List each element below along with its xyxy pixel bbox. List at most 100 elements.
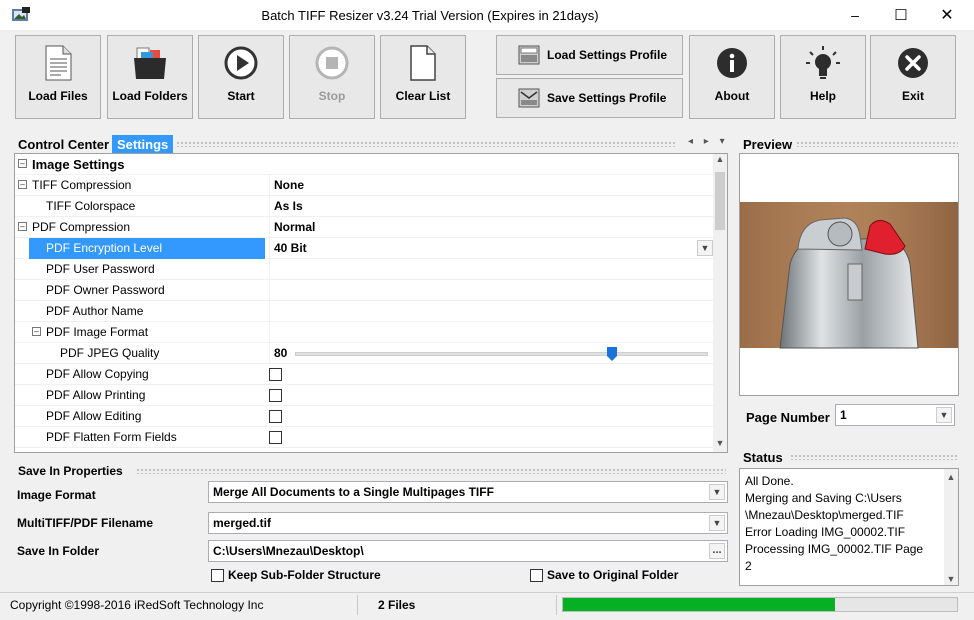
status-header: Status: [743, 450, 783, 465]
start-button[interactable]: Start: [198, 35, 284, 119]
flatten-form-fields-checkbox[interactable]: [269, 431, 282, 444]
row-name: PDF Encryption Level: [46, 241, 163, 255]
close-window-button[interactable]: ✕: [924, 0, 970, 30]
row-pdf-allow-editing[interactable]: PDF Allow Editing: [15, 406, 715, 427]
row-name: TIFF Compression: [32, 178, 132, 192]
row-value[interactable]: Normal: [269, 217, 715, 238]
scroll-up-icon[interactable]: ▲: [944, 469, 958, 483]
chevron-down-icon[interactable]: ▼: [709, 484, 725, 500]
lighter-photo: [740, 154, 958, 395]
slider-thumb[interactable]: [607, 347, 618, 361]
help-label: Help: [809, 89, 836, 103]
image-format-label: Image Format: [17, 488, 96, 502]
load-files-button[interactable]: Load Files: [15, 35, 101, 119]
clear-list-button[interactable]: Clear List: [380, 35, 466, 119]
row-name: PDF Compression: [32, 220, 131, 234]
keep-structure-checkbox[interactable]: [211, 569, 224, 582]
chevron-down-icon[interactable]: ▼: [936, 407, 952, 423]
about-button[interactable]: About: [689, 35, 775, 119]
maximize-button[interactable]: ☐: [878, 0, 924, 30]
row-pdf-image-format[interactable]: – PDF Image Format: [15, 322, 715, 343]
load-folders-button[interactable]: Load Folders: [107, 35, 193, 119]
scroll-down-icon[interactable]: ▼: [713, 438, 727, 452]
row-value[interactable]: [269, 301, 715, 322]
row-tiff-compression[interactable]: – TIFF Compression None: [15, 175, 715, 196]
filename-label: MultiTIFF/PDF Filename: [17, 516, 154, 530]
settings-property-grid[interactable]: – Image Settings – TIFF Compression None…: [14, 153, 728, 453]
page-number-label: Page Number: [746, 410, 830, 425]
row-pdf-flatten-form-fields[interactable]: PDF Flatten Form Fields: [15, 427, 715, 448]
tab-settings[interactable]: Settings: [112, 135, 174, 153]
allow-copying-checkbox[interactable]: [269, 368, 282, 381]
title-bar: Batch TIFF Resizer v3.24 Trial Version (…: [0, 0, 974, 30]
encryption-level-select[interactable]: 40 Bit: [269, 238, 715, 259]
row-pdf-allow-printing[interactable]: PDF Allow Printing: [15, 385, 715, 406]
save-settings-profile-label: Save Settings Profile: [547, 91, 667, 105]
close-circle-icon: [894, 44, 932, 82]
category-image-settings[interactable]: – Image Settings: [15, 154, 715, 175]
tab-divider: [176, 141, 676, 147]
row-pdf-allow-copying[interactable]: PDF Allow Copying: [15, 364, 715, 385]
play-icon: [222, 44, 260, 82]
exit-button[interactable]: Exit: [870, 35, 956, 119]
chevron-down-icon[interactable]: ▼: [709, 515, 725, 531]
load-settings-profile-button[interactable]: Load Settings Profile: [496, 35, 683, 75]
help-button[interactable]: Help: [780, 35, 866, 119]
row-pdf-encryption-level[interactable]: PDF Encryption Level 40 Bit ▼: [15, 238, 715, 259]
save-original-label: Save to Original Folder: [547, 568, 679, 582]
row-name: PDF Flatten Form Fields: [46, 430, 177, 444]
row-name: PDF Allow Printing: [46, 388, 146, 402]
allow-printing-checkbox[interactable]: [269, 389, 282, 402]
image-format-select[interactable]: Merge All Documents to a Single Multipag…: [208, 481, 728, 503]
scroll-down-icon[interactable]: ▼: [944, 571, 958, 585]
chevron-down-icon[interactable]: ▼: [697, 240, 713, 256]
status-scrollbar[interactable]: ▲ ▼: [944, 469, 958, 585]
row-name: TIFF Colorspace: [46, 199, 136, 213]
minimize-button[interactable]: –: [832, 0, 878, 30]
load-files-label: Load Files: [28, 89, 88, 103]
collapse-icon[interactable]: –: [18, 222, 27, 231]
stop-label: Stop: [318, 89, 346, 103]
about-label: About: [714, 89, 750, 103]
row-pdf-owner-password[interactable]: PDF Owner Password: [15, 280, 715, 301]
allow-editing-checkbox[interactable]: [269, 410, 282, 423]
row-value[interactable]: As Is: [269, 196, 715, 217]
collapse-icon[interactable]: –: [32, 327, 41, 336]
row-value[interactable]: None: [269, 175, 715, 196]
scroll-up-icon[interactable]: ▲: [713, 154, 727, 168]
save-settings-profile-button[interactable]: Save Settings Profile: [496, 78, 683, 118]
status-line: Merging and Saving C:\Users: [745, 491, 902, 505]
jpeg-quality-slider[interactable]: [295, 347, 708, 361]
row-name: PDF Owner Password: [46, 283, 165, 297]
progress-bar: [562, 597, 958, 612]
page-number-select[interactable]: 1 ▼: [835, 404, 955, 426]
row-pdf-author-name[interactable]: PDF Author Name: [15, 301, 715, 322]
collapse-icon[interactable]: –: [18, 180, 27, 189]
row-name: PDF JPEG Quality: [60, 346, 160, 360]
tab-navigation[interactable]: ◂ ▸ ▾: [688, 136, 729, 147]
stop-button[interactable]: Stop: [289, 35, 375, 119]
row-pdf-jpeg-quality[interactable]: PDF JPEG Quality 80: [15, 343, 715, 364]
row-pdf-compression[interactable]: – PDF Compression Normal: [15, 217, 715, 238]
row-value[interactable]: [269, 322, 715, 343]
filename-select[interactable]: merged.tif ▼: [208, 512, 728, 534]
row-tiff-colorspace[interactable]: TIFF Colorspace As Is: [15, 196, 715, 217]
info-icon: [713, 44, 751, 82]
scroll-thumb[interactable]: [715, 172, 725, 230]
row-value[interactable]: [269, 280, 715, 301]
statusbar-divider: [556, 595, 557, 615]
browse-button[interactable]: ...: [709, 543, 725, 559]
save-original-checkbox[interactable]: [530, 569, 543, 582]
row-value[interactable]: [269, 259, 715, 280]
save-folder-field[interactable]: C:\Users\Mnezau\Desktop\ ...: [208, 540, 728, 562]
copyright-text: Copyright ©1998-2016 iRedSoft Technology…: [10, 598, 264, 612]
page-number-value: 1: [840, 408, 847, 422]
row-pdf-user-password[interactable]: PDF User Password: [15, 259, 715, 280]
window-title: Batch TIFF Resizer v3.24 Trial Version (…: [261, 8, 599, 23]
grid-scrollbar[interactable]: ▲ ▼: [713, 154, 727, 452]
save-folder-label: Save In Folder: [17, 544, 100, 558]
collapse-icon[interactable]: –: [18, 159, 27, 168]
tab-control-center[interactable]: Control Center: [13, 135, 114, 153]
status-line: 2: [745, 559, 752, 573]
save-folder-value: C:\Users\Mnezau\Desktop\: [213, 544, 364, 558]
